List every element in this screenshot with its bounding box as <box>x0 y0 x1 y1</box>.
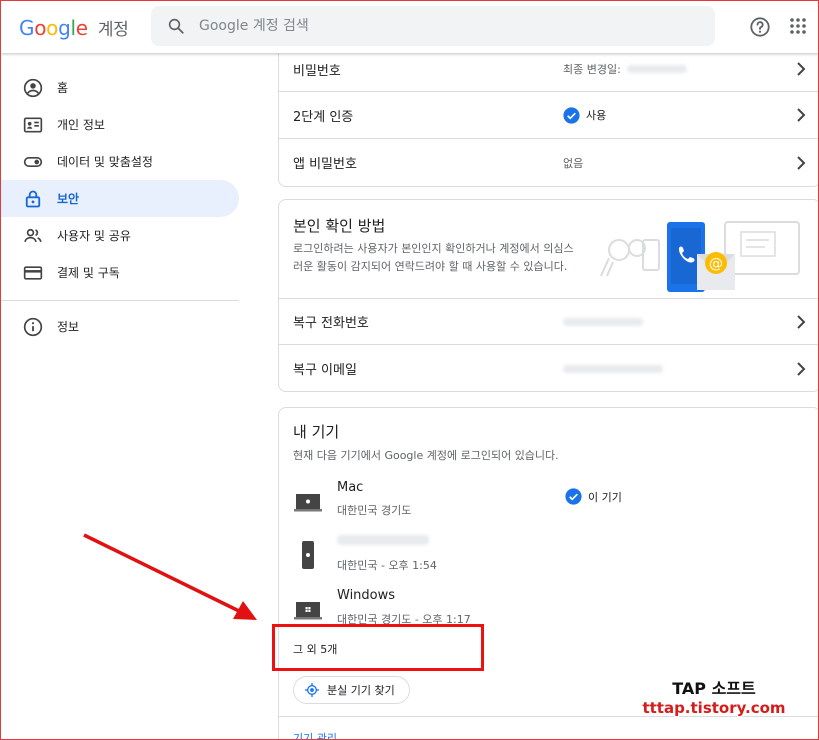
id-card-icon <box>23 115 43 135</box>
verify-title: 본인 확인 방법 <box>293 217 386 235</box>
sidebar-item-label: 보안 <box>57 192 80 206</box>
device-location: 대한민국 - 오후 1:54 <box>337 559 437 572</box>
recovery-phone-value <box>563 317 643 326</box>
password-last-changed: 최종 변경일: <box>563 61 687 77</box>
sidebar-item-security[interactable]: 보안 <box>1 180 239 217</box>
sidebar-item-label: 정보 <box>57 320 80 334</box>
devices-title: 내 기기 <box>293 423 340 441</box>
credit-card-icon <box>23 263 43 283</box>
sidebar-item-data-personalization[interactable]: 데이터 및 맞춤설정 <box>1 143 239 180</box>
check-circle-icon <box>563 106 580 124</box>
google-logo-text: G <box>19 16 35 40</box>
devices-description: 현재 다음 기기에서 Google 계정에 로그인되어 있습니다. <box>293 449 559 462</box>
verify-description: 로그인하려는 사용자가 본인인지 확인하거나 계정에서 의심스 러운 활동이 감… <box>293 242 574 273</box>
search-bar[interactable] <box>151 6 715 46</box>
two-step-label: 2단계 인증 <box>293 109 354 125</box>
sidebar-item-label: 홈 <box>57 81 69 95</box>
chevron-right-icon <box>797 62 806 76</box>
device-name: Mac <box>337 480 364 495</box>
info-icon <box>23 317 43 337</box>
app-header: Google 계정 <box>1 1 818 53</box>
two-step-row[interactable]: 2단계 인증 사용 <box>279 92 818 139</box>
svg-text:@: @ <box>709 256 723 272</box>
find-lost-device-button[interactable]: 분실 기기 찾기 <box>293 676 410 704</box>
sidebar-item-people-sharing[interactable]: 사용자 및 공유 <box>1 217 239 254</box>
device-location: 대한민국 경기도 <box>337 504 412 517</box>
signin-card: 비밀번호 최종 변경일: 2단계 인증 사용 앱 비밀번호 없음 <box>278 41 818 187</box>
sidebar-item-label: 사용자 및 공유 <box>57 229 131 243</box>
verify-methods-card: 본인 확인 방법 로그인하려는 사용자가 본인인지 확인하거나 계정에서 의심스… <box>278 199 818 392</box>
verification-illustration-icon: @ <box>600 221 800 292</box>
device-name: Windows <box>337 588 396 603</box>
chevron-right-icon <box>797 108 806 122</box>
sidebar-divider <box>1 300 239 301</box>
search-icon[interactable] <box>167 17 185 35</box>
device-item-mac[interactable]: Mac 대한민국 경기도 이 기기 <box>293 480 813 532</box>
recovery-phone-row[interactable]: 복구 전화번호 <box>279 298 818 345</box>
window-frame: Google 계정 홈 개인 정보 데이터 및 맞춤설정 보안 <box>0 0 819 740</box>
recovery-email-row[interactable]: 복구 이메일 <box>279 345 818 392</box>
device-item-iphone[interactable]: 대한민국 - 오후 1:54 <box>293 534 813 586</box>
laptop-icon <box>294 602 322 620</box>
sidebar-item-label: 결제 및 구독 <box>57 266 120 280</box>
laptop-icon <box>294 494 322 512</box>
device-name-blurred <box>337 534 429 549</box>
chevron-right-icon <box>797 361 806 376</box>
recovery-email-label: 복구 이메일 <box>293 363 357 378</box>
recovery-phone-label: 복구 전화번호 <box>293 316 369 331</box>
google-account-logo[interactable]: Google 계정 <box>19 15 129 40</box>
sidebar-item-label: 데이터 및 맞춤설정 <box>57 155 153 169</box>
toggle-icon <box>23 152 43 172</box>
two-step-status: 사용 <box>563 106 606 124</box>
chevron-right-icon <box>797 314 806 329</box>
sidebar-nav: 홈 개인 정보 데이터 및 맞춤설정 보안 사용자 및 공유 결제 및 구독 정… <box>1 69 239 345</box>
check-circle-icon <box>565 488 582 505</box>
location-target-icon <box>305 683 319 697</box>
app-password-value: 없음 <box>563 156 584 170</box>
manage-devices-link[interactable]: 기기 관리 <box>293 730 337 739</box>
watermark-url: tttap.tistory.com <box>642 699 786 717</box>
people-icon <box>23 226 43 246</box>
account-circle-icon <box>23 78 43 98</box>
sidebar-item-about[interactable]: 정보 <box>1 308 239 345</box>
highlight-box <box>272 624 484 671</box>
sidebar-item-personal-info[interactable]: 개인 정보 <box>1 106 239 143</box>
sidebar-item-label: 개인 정보 <box>57 118 105 132</box>
this-device-badge: 이 기기 <box>565 488 622 505</box>
phone-icon <box>302 541 314 569</box>
search-input[interactable] <box>199 6 699 46</box>
sidebar-item-home[interactable]: 홈 <box>1 69 239 106</box>
chevron-right-icon <box>797 155 806 170</box>
lock-icon <box>23 189 43 209</box>
app-password-row[interactable]: 앱 비밀번호 없음 <box>279 139 818 186</box>
password-label: 비밀번호 <box>293 64 341 79</box>
account-label: 계정 <box>97 20 129 40</box>
help-icon[interactable] <box>749 16 771 38</box>
app-password-label: 앱 비밀번호 <box>293 157 357 172</box>
watermark-title: TAP 소프트 <box>672 679 756 698</box>
sidebar-item-payments[interactable]: 결제 및 구독 <box>1 254 239 291</box>
recovery-email-value <box>563 364 663 373</box>
apps-grid-icon[interactable] <box>790 18 806 34</box>
watermark: TAP 소프트 tttap.tistory.com <box>639 675 789 717</box>
